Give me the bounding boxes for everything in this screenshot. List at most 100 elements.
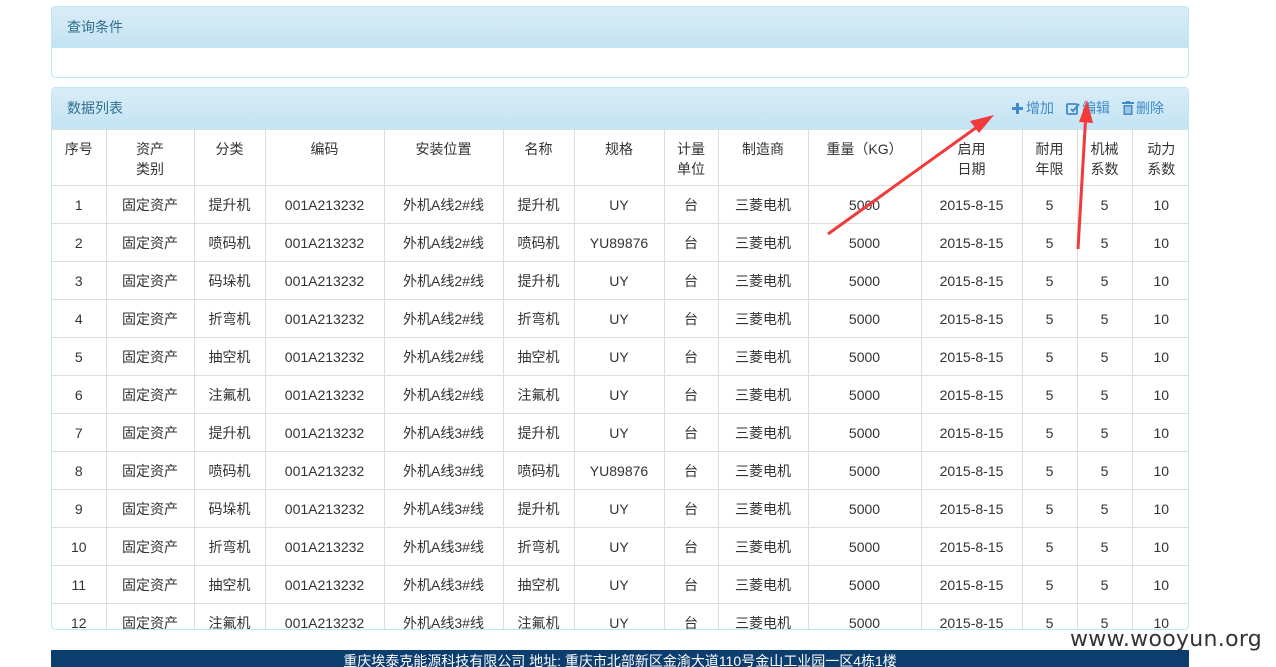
table-cell: 2015-8-15 xyxy=(920,337,1023,376)
table-cell: 5 xyxy=(1021,299,1078,338)
table-cell: 5 xyxy=(1021,375,1078,414)
edit-button[interactable]: 编辑 xyxy=(1066,88,1110,128)
table-cell: 固定资产 xyxy=(105,375,195,414)
table-cell: YU89876 xyxy=(573,451,665,490)
table-cell: 2015-8-15 xyxy=(920,527,1023,566)
table-cell: 5 xyxy=(1076,451,1133,490)
table-cell: 喷码机 xyxy=(193,223,266,262)
watermark: www.wooyun.org xyxy=(1070,627,1263,652)
table-cell: 台 xyxy=(663,337,719,376)
table-cell: 码垛机 xyxy=(193,261,266,300)
table-row[interactable]: 12 固定资产 注氟机 001A213232 外机A线3#线 注氟机 UY 台三菱电机 5000… xyxy=(52,603,1188,629)
table-cell: 5 xyxy=(1076,489,1133,528)
table-cell: 5 xyxy=(52,337,107,376)
table-cell: 台 xyxy=(663,527,719,566)
add-button[interactable]: 增加 xyxy=(1011,88,1054,128)
table-cell: 固定资产 xyxy=(105,527,195,566)
table-cell: 10 xyxy=(1131,565,1188,604)
table-row[interactable]: 10 固定资产 折弯机 001A213232 外机A线3#线 折弯机 UY 台三菱电机 5000… xyxy=(52,527,1188,566)
column-header: 序号 xyxy=(52,129,107,186)
table-cell: 外机A线2#线 xyxy=(383,299,504,338)
table-cell: UY xyxy=(573,261,665,300)
table-cell: 提升机 xyxy=(502,261,575,300)
table-cell: UY xyxy=(573,489,665,528)
table-cell: 外机A线3#线 xyxy=(383,603,504,629)
delete-button[interactable]: 删除 xyxy=(1122,88,1164,128)
table-cell: 5 xyxy=(1076,185,1133,224)
table-cell: 001A213232 xyxy=(264,451,385,490)
table-cell: 2015-8-15 xyxy=(920,375,1023,414)
table-row[interactable]: 1 固定资产 提升机 001A213232 外机A线2#线 提升机 UY 台三菱电机 5000 2… xyxy=(52,185,1188,224)
table-cell: 10 xyxy=(1131,223,1188,262)
table-row[interactable]: 9 固定资产 码垛机 001A213232 外机A线3#线 提升机 UY 台三菱电机 5000 2… xyxy=(52,489,1188,528)
add-button-label: 增加 xyxy=(1026,100,1054,116)
table-cell: 注氟机 xyxy=(193,375,266,414)
table-cell: UY xyxy=(573,299,665,338)
column-header: 编码 xyxy=(264,129,385,186)
table-cell: 5000 xyxy=(807,375,922,414)
table-cell: 10 xyxy=(1131,261,1188,300)
table-cell: 11 xyxy=(52,565,107,604)
column-header-line: 资产 xyxy=(136,141,164,157)
edit-button-label: 编辑 xyxy=(1082,100,1110,116)
table-row[interactable]: 8 固定资产 喷码机 001A213232 外机A线3#线 喷码机 YU89876 台三菱电机… xyxy=(52,451,1188,490)
table-cell: 001A213232 xyxy=(264,565,385,604)
table-cell: 10 xyxy=(1131,337,1188,376)
table-cell: 三菱电机 xyxy=(717,603,809,629)
table-row[interactable]: 3 固定资产 码垛机 001A213232 外机A线2#线 提升机 UY 台三菱电机 5000 2… xyxy=(52,261,1188,300)
column-header: 制造商 xyxy=(717,129,809,186)
toolbar: 增加 编辑 删除 xyxy=(999,88,1164,128)
table-cell: UY xyxy=(573,413,665,452)
table-cell: 5000 xyxy=(807,337,922,376)
column-header: 资产 类别 xyxy=(105,129,195,186)
column-header-line: 名称 xyxy=(524,141,553,157)
column-header: 规格 xyxy=(573,129,665,186)
table-row[interactable]: 5 固定资产 抽空机 001A213232 外机A线2#线 抽空机 UY 台三菱电机 5000 2… xyxy=(52,337,1188,376)
column-header-line: 单位 xyxy=(677,161,705,177)
table-cell: 台 xyxy=(663,413,719,452)
table-cell: UY xyxy=(573,565,665,604)
table-cell: 5 xyxy=(1076,299,1133,338)
table-cell: 5000 xyxy=(807,185,922,224)
column-header-line: 日期 xyxy=(957,161,986,177)
table-cell: 喷码机 xyxy=(193,451,266,490)
column-header-line: 序号 xyxy=(64,141,93,157)
table-cell: 001A213232 xyxy=(264,603,385,629)
table-row[interactable]: 4 固定资产 折弯机 001A213232 外机A线2#线 折弯机 UY 台三菱电机 5000 2… xyxy=(52,299,1188,338)
table-cell: 5 xyxy=(1021,413,1078,452)
table-cell: 台 xyxy=(663,223,719,262)
table-cell: 提升机 xyxy=(193,185,266,224)
table-cell: 抽空机 xyxy=(502,565,575,604)
table-cell: 注氟机 xyxy=(502,375,575,414)
table-cell: 5 xyxy=(1076,337,1133,376)
column-header: 计量 单位 xyxy=(663,129,719,186)
column-header-line: 耐用 xyxy=(1035,141,1064,157)
table-cell: 台 xyxy=(663,375,719,414)
table-cell: 3 xyxy=(52,261,107,300)
table-cell: 4 xyxy=(52,299,107,338)
table-cell: 外机A线2#线 xyxy=(383,261,504,300)
table-cell: 5 xyxy=(1076,565,1133,604)
column-header: 机械 系数 xyxy=(1076,129,1133,186)
table-cell: 固定资产 xyxy=(105,603,195,629)
table-cell: 2015-8-15 xyxy=(920,223,1023,262)
table-cell: 5 xyxy=(1021,451,1078,490)
table-cell: 固定资产 xyxy=(105,337,195,376)
table-cell: 固定资产 xyxy=(105,261,195,300)
table-cell: 注氟机 xyxy=(502,603,575,629)
table-cell: 001A213232 xyxy=(264,185,385,224)
column-header-line: 分类 xyxy=(215,141,244,157)
column-header: 耐用 年限 xyxy=(1021,129,1078,186)
table-cell: 5000 xyxy=(807,603,922,629)
column-header: 启用 日期 xyxy=(920,129,1023,186)
table-cell: 5 xyxy=(1076,413,1133,452)
table-row[interactable]: 11 固定资产 抽空机 001A213232 外机A线3#线 抽空机 UY 台三菱电机 5000… xyxy=(52,565,1188,604)
table-cell: 5 xyxy=(1076,223,1133,262)
table-row[interactable]: 2 固定资产 喷码机 001A213232 外机A线2#线 喷码机 YU89876 台三菱电机… xyxy=(52,223,1188,262)
table-cell: 2015-8-15 xyxy=(920,413,1023,452)
table-cell: 外机A线2#线 xyxy=(383,223,504,262)
table-row[interactable]: 6 固定资产 注氟机 001A213232 外机A线2#线 注氟机 UY 台三菱电机 5000 2… xyxy=(52,375,1188,414)
column-header: 重量（KG） xyxy=(807,129,922,186)
table-row[interactable]: 7 固定资产 提升机 001A213232 外机A线3#线 提升机 UY 台三菱电机 5000 2… xyxy=(52,413,1188,452)
table-cell: 001A213232 xyxy=(264,337,385,376)
